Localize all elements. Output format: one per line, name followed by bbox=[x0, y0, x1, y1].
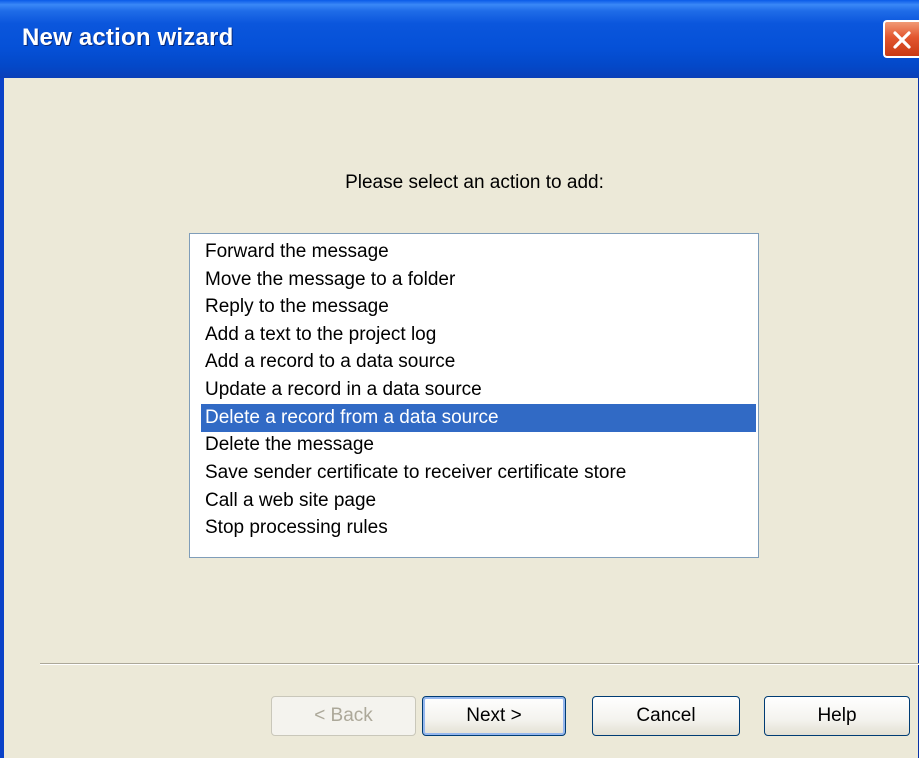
cancel-button[interactable]: Cancel bbox=[592, 696, 740, 736]
list-item[interactable]: Add a record to a data source bbox=[201, 348, 756, 376]
help-button[interactable]: Help bbox=[764, 696, 910, 736]
close-button[interactable] bbox=[883, 20, 919, 58]
instruction-label: Please select an action to add: bbox=[345, 172, 604, 193]
wizard-window: New action wizard Please select an actio… bbox=[0, 0, 919, 758]
list-item[interactable]: Call a web site page bbox=[201, 487, 756, 515]
list-item[interactable]: Reply to the message bbox=[201, 293, 756, 321]
footer-divider bbox=[40, 663, 919, 665]
list-item[interactable]: Update a record in a data source bbox=[201, 376, 756, 404]
list-item[interactable]: Forward the message bbox=[201, 238, 756, 266]
back-button[interactable]: < Back bbox=[271, 696, 416, 736]
list-item-selected[interactable]: Delete a record from a data source bbox=[201, 404, 756, 432]
window-title: New action wizard bbox=[22, 24, 234, 51]
list-item[interactable]: Add a text to the project log bbox=[201, 321, 756, 349]
list-item[interactable]: Save sender certificate to receiver cert… bbox=[201, 459, 756, 487]
close-icon bbox=[893, 31, 911, 49]
next-button[interactable]: Next > bbox=[422, 696, 566, 736]
list-item[interactable]: Move the message to a folder bbox=[201, 266, 756, 294]
list-item[interactable]: Stop processing rules bbox=[201, 514, 756, 542]
list-item[interactable]: Delete the message bbox=[201, 431, 756, 459]
action-listbox[interactable]: Forward the message Move the message to … bbox=[189, 233, 759, 558]
title-bar[interactable]: New action wizard bbox=[0, 0, 919, 78]
